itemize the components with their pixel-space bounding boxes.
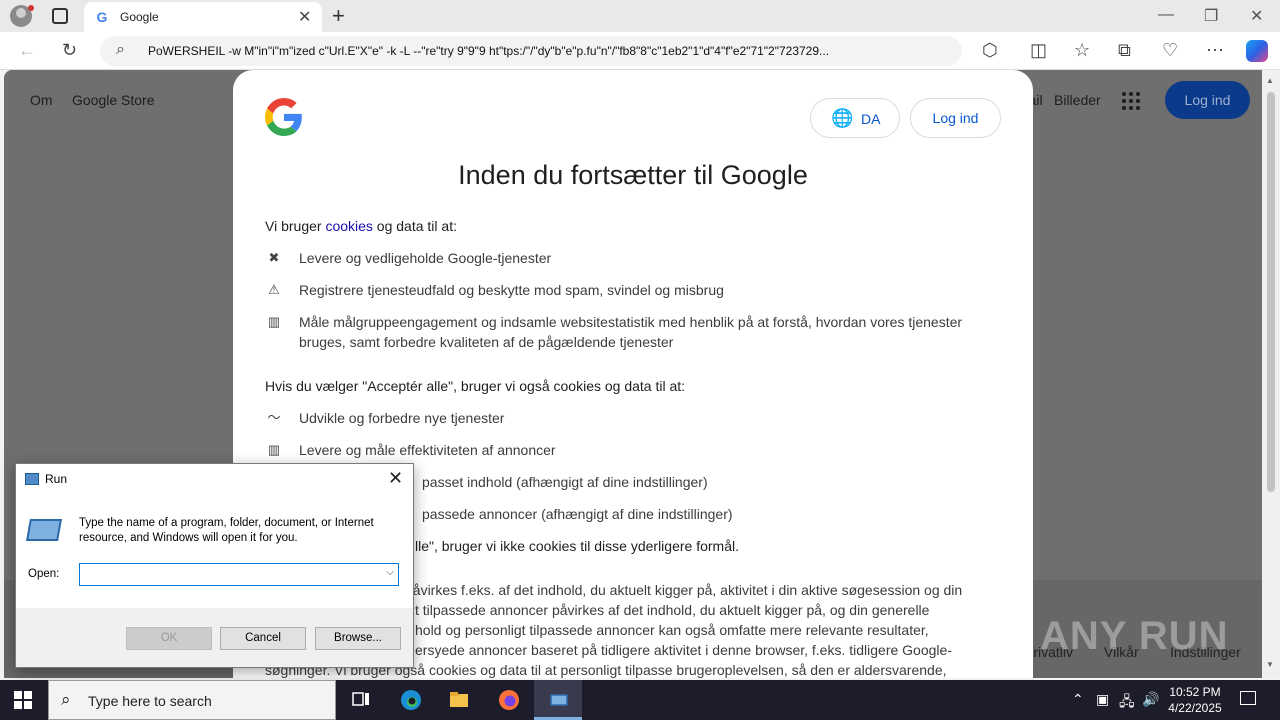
file-explorer-icon[interactable]	[434, 680, 482, 720]
language-button[interactable]: 🌐 DA	[810, 98, 900, 138]
scroll-down-icon[interactable]: ▼	[1266, 660, 1274, 669]
more-menu-icon[interactable]: ⋯	[1206, 40, 1224, 61]
run-footer: OK Cancel Browse...	[16, 608, 413, 667]
ok-button[interactable]: OK	[126, 627, 212, 650]
consent-body-line: t tilpassede annoncer påvirkes af det in…	[415, 602, 930, 618]
restore-icon[interactable]: ❐	[1204, 6, 1218, 26]
run-description: Type the name of a program, folder, docu…	[79, 517, 374, 544]
consent-title: Inden du fortsætter til Google	[458, 160, 808, 190]
chevron-down-icon[interactable]: ⌵	[386, 567, 394, 578]
tab-strip: G Google ✕ + — ❐ ✕	[0, 0, 1280, 32]
volume-icon[interactable]: 🔊	[1142, 691, 1159, 708]
system-clock[interactable]: 10:52 PM 4/22/2025	[1160, 684, 1230, 716]
consent-item-text: passede annoncer (afhængigt af dine inds…	[422, 506, 733, 522]
run-dialog: Run ✕ Type the name of a program, folder…	[15, 463, 414, 668]
consent-login-button[interactable]: Log ind	[910, 98, 1001, 138]
google-logo-icon	[265, 98, 302, 136]
warning-icon: ⚠	[268, 282, 280, 297]
tools-icon: ✖	[268, 250, 280, 265]
consent-item-text: Registrere tjenesteudfald og beskytte mo…	[299, 282, 724, 298]
tab-title: Google	[120, 10, 159, 24]
windows-start-icon[interactable]	[14, 691, 32, 709]
globe-icon: 🌐	[831, 108, 854, 128]
consent-item-text: Levere og måle effektiviteten af annonce…	[299, 442, 556, 458]
language-label: DA	[861, 111, 881, 127]
scroll-up-icon[interactable]: ▲	[1266, 76, 1274, 85]
link-google-store[interactable]: Google Store	[72, 92, 155, 108]
copilot-icon[interactable]	[1246, 40, 1268, 62]
split-screen-icon[interactable]: ◫	[1030, 40, 1047, 61]
favorites-icon[interactable]: ☆	[1074, 40, 1090, 61]
run-title-icon	[25, 473, 39, 485]
run-titlebar[interactable]: Run ✕	[16, 464, 413, 494]
clock-date: 4/22/2025	[1168, 701, 1222, 715]
new-tab-icon[interactable]: +	[332, 3, 345, 29]
run-title: Run	[45, 472, 68, 486]
tray-chevron-icon[interactable]: ⌃	[1072, 691, 1084, 708]
page-scrollbar[interactable]: ▲ ▼	[1262, 70, 1280, 678]
taskbar: ⌕ Type here to search ⌃ ▣ 🖧 🔊 10:52 PM 4…	[0, 680, 1280, 720]
bar-chart-icon: ▥	[267, 442, 281, 457]
minimize-icon[interactable]: —	[1158, 6, 1174, 24]
consent-body-line: ersyede annoncer baseret på tidligere ak…	[415, 642, 952, 658]
performance-icon[interactable]: ♡	[1162, 40, 1178, 61]
tab-close-icon[interactable]: ✕	[298, 7, 311, 27]
browser-toolbar: ← ↻ ⌕ PoWERSHEIL -w M"in"i"m"ized c"Url.…	[0, 32, 1280, 70]
tray-app-icon[interactable]: ▣	[1096, 691, 1109, 708]
back-icon[interactable]: ←	[18, 40, 36, 61]
intro-prefix: Vi bruger	[265, 218, 326, 234]
scroll-thumb[interactable]	[1267, 92, 1275, 492]
link-om[interactable]: Om	[30, 92, 53, 108]
run-open-input[interactable]: ⌵	[79, 563, 399, 586]
consent-body-line: påvirkes f.eks. af det indhold, du aktue…	[405, 582, 963, 598]
edge-icon[interactable]	[386, 680, 434, 720]
consent-item-text: Levere og vedligeholde Google-tjenester	[299, 250, 552, 266]
reject-partial-text: lle", bruger vi ikke cookies til disse y…	[415, 538, 739, 554]
consent-item-text: passet indhold (afhængigt af dine indsti…	[422, 474, 708, 490]
consent-item-text: Måle målgruppeengagement og indsamle web…	[299, 314, 963, 350]
intro-suffix: og data til at:	[372, 218, 457, 234]
address-url[interactable]: PoWERSHEIL -w M"in"i"m"ized c"Url.E"X"e"…	[148, 44, 948, 58]
taskbar-search-placeholder: Type here to search	[88, 693, 212, 709]
close-window-icon[interactable]: ✕	[1250, 6, 1263, 26]
tab-actions-icon[interactable]	[52, 8, 68, 24]
browse-button[interactable]: Browse...	[315, 627, 401, 650]
extensions-icon[interactable]: ⬡	[982, 40, 998, 61]
search-icon: ⌕	[116, 41, 125, 58]
trend-icon: 〜	[267, 410, 281, 425]
search-icon: ⌕	[61, 690, 71, 709]
run-close-icon[interactable]: ✕	[388, 468, 403, 489]
clock-time: 10:52 PM	[1169, 685, 1221, 699]
notification-icon[interactable]	[1240, 691, 1256, 705]
consent-item-text: Udvikle og forbedre nye tjenester	[299, 410, 505, 426]
consent-intro: Vi bruger cookies og data til at:	[265, 216, 457, 236]
cookies-link[interactable]: cookies	[325, 218, 372, 234]
task-view-icon[interactable]	[336, 680, 384, 720]
run-taskbar-icon[interactable]	[534, 680, 582, 720]
collections-icon[interactable]: ⧉	[1118, 40, 1131, 61]
address-bar[interactable]: ⌕ PoWERSHEIL -w M"in"i"m"ized c"Url.E"X"…	[100, 36, 962, 66]
consent-body-line: hold og personligt tilpassede annoncer k…	[415, 622, 929, 638]
google-favicon-icon: G	[96, 9, 108, 25]
accept-all-intro: Hvis du vælger "Acceptér alle", bruger v…	[265, 378, 686, 394]
firefox-icon[interactable]	[484, 680, 532, 720]
profile-alert-dot	[28, 5, 34, 11]
bar-chart-icon: ▥	[267, 314, 281, 329]
cancel-button[interactable]: Cancel	[220, 627, 306, 650]
tab-google[interactable]: G Google ✕	[84, 2, 322, 32]
taskbar-search[interactable]: ⌕ Type here to search	[48, 680, 336, 720]
refresh-icon[interactable]: ↻	[62, 40, 77, 61]
network-icon[interactable]: 🖧	[1119, 691, 1135, 715]
link-billeder[interactable]: Billeder	[1054, 92, 1101, 108]
page-login-button[interactable]: Log ind	[1165, 81, 1250, 119]
anyrun-watermark: ANY RUN	[1040, 614, 1229, 658]
run-open-label: Open:	[28, 568, 60, 580]
run-program-icon	[26, 519, 62, 541]
apps-grid-icon[interactable]	[1122, 92, 1140, 110]
